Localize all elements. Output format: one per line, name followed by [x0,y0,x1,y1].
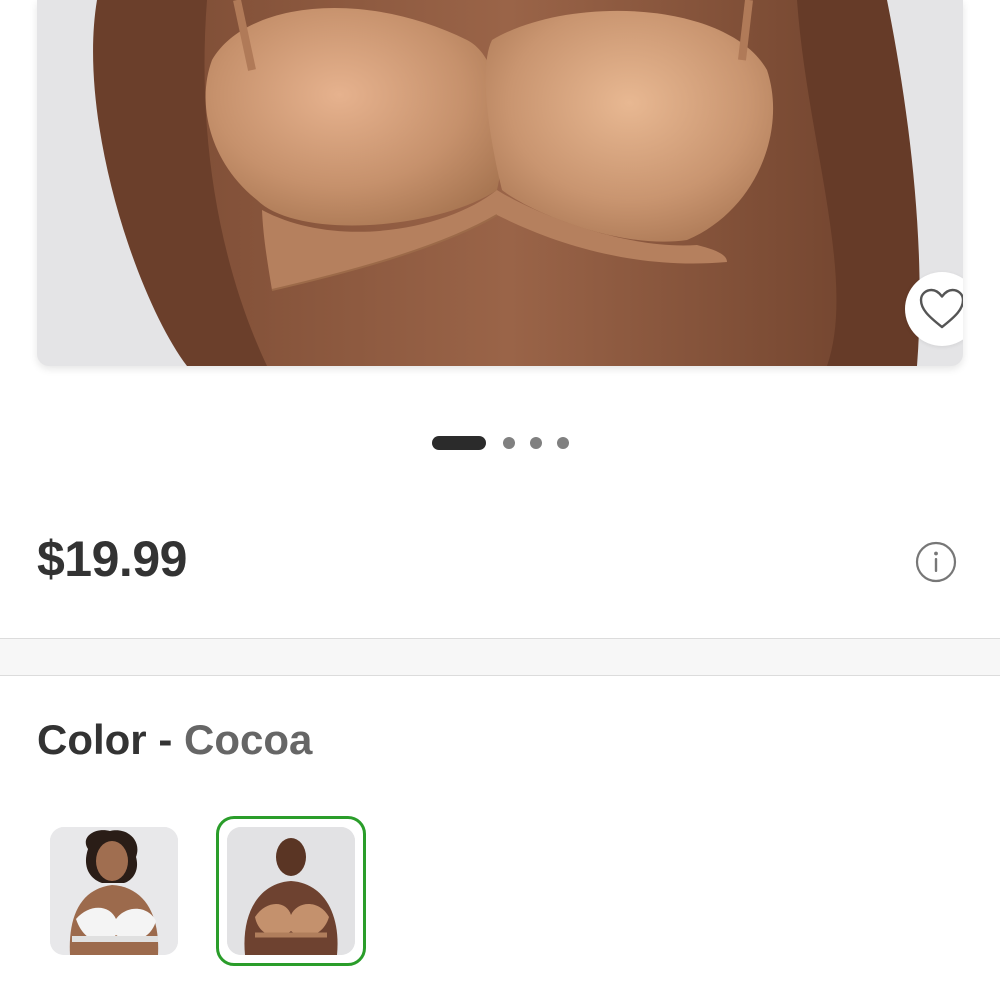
price-info-button[interactable] [915,541,957,583]
product-photo-illustration [93,0,920,366]
pager-dot[interactable] [557,437,569,449]
swatch-white-thumbnail [50,827,178,955]
color-heading: Color - Cocoa [37,716,312,764]
product-image[interactable] [37,0,963,366]
selected-color-name: Cocoa [184,716,313,763]
pager-dot[interactable] [503,437,515,449]
swatch-cocoa-thumbnail [227,827,355,955]
color-swatch-white[interactable] [50,827,178,955]
pager-dot-active[interactable] [432,436,486,450]
color-separator: - [158,716,173,763]
heart-outline-icon [919,288,963,329]
color-label: Color [37,716,147,763]
section-divider [0,638,1000,676]
product-price: $19.99 [37,531,187,587]
info-circle-icon [915,541,957,583]
image-carousel-pager [0,436,1000,450]
pager-dot[interactable] [530,437,542,449]
color-swatch-cocoa[interactable] [227,827,355,955]
